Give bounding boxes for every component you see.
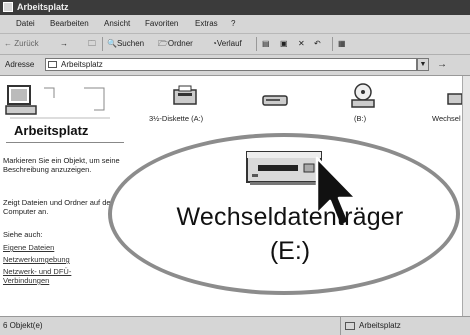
menu-bar: Datei Bearbeiten Ansicht Favoriten Extra… [0,15,470,34]
removable-drive-icon[interactable] [446,90,463,108]
back-button[interactable]: ← Zurück [4,34,39,54]
floppy-drive-icon[interactable] [170,84,200,108]
search-label: Suchen [116,39,145,48]
address-dropdown-button[interactable]: ▼ [417,58,429,71]
removable-drive-large-icon[interactable] [244,148,324,188]
go-button[interactable]: → [437,59,447,70]
search-icon: 🔍 [107,39,117,48]
move-to-icon[interactable]: ▤ [262,34,270,54]
panel-heading: Arbeitsplatz [14,123,89,138]
delete-button[interactable]: ✕ [298,34,305,54]
toolbar-separator [102,37,103,51]
menu-ansicht[interactable]: Ansicht [104,15,130,33]
history-label: Verlauf [216,39,242,48]
menu-help[interactable]: ? [231,15,235,33]
menu-extras[interactable]: Extras [195,15,218,33]
hard-drive-icon[interactable] [260,92,290,108]
folders-label: Ordner [167,39,193,48]
window-title: Arbeitsplatz [17,2,69,12]
address-value: Arbeitsplatz [61,60,103,69]
vertical-scrollbar[interactable] [462,76,470,316]
copy-to-icon[interactable]: ▣ [280,34,288,54]
toolbar-separator [256,37,257,51]
link-netzwerk-dfue[interactable]: Netzwerk- und DFÜ-Verbindungen [3,267,113,285]
callout-subtitle: (E:) [269,237,311,265]
computer-icon [48,61,57,68]
computer-icon [345,322,355,330]
up-folder-icon[interactable]: 🗀 [88,34,96,54]
forward-button[interactable]: → [60,34,68,54]
undo-button[interactable]: ↶ [314,34,321,54]
search-button[interactable]: 🔍Suchen [107,34,144,54]
status-bar: 6 Objekt(e) Arbeitsplatz [0,316,470,335]
menu-datei[interactable]: Datei [16,15,35,33]
drive-label-removable: Wechsel [432,114,461,123]
menu-bearbeiten[interactable]: Bearbeiten [50,15,89,33]
history-button[interactable]: ◔Verlauf [212,34,242,54]
address-bar: Adresse Arbeitsplatz ▼ → [0,55,470,76]
folders-button[interactable]: 🗁Ordner [158,34,193,54]
address-field[interactable]: Arbeitsplatz [45,58,417,71]
toolbar: ← Zurück → 🗀 🔍Suchen 🗁Ordner ◔Verlauf ▤ … [0,34,470,55]
drive-label-cdrom: (B:) [354,114,367,123]
task-panel: Arbeitsplatz Markieren Sie ein Objekt, u… [0,76,130,316]
title-bar: Arbeitsplatz [0,0,470,15]
folder-icon: 🗁 [158,39,168,48]
divider [6,142,124,143]
computer-banner-icon [5,85,110,119]
link-netzwerkumgebung[interactable]: Netzwerkumgebung [3,255,70,264]
cdrom-drive-icon[interactable] [348,82,378,110]
status-location: Arbeitsplatz [359,321,401,330]
address-label: Adresse [5,60,35,69]
drive-label-floppy: 3½-Diskette (A:) [149,114,204,123]
status-object-count: 6 Objekt(e) [3,321,43,330]
views-button[interactable]: ▦ [338,34,346,54]
toolbar-separator [332,37,333,51]
callout-title: Wechseldatenträger [176,203,404,231]
computer-icon [3,2,13,12]
menu-favoriten[interactable]: Favoriten [145,15,178,33]
link-eigene-dateien[interactable]: Eigene Dateien [3,243,54,252]
see-also-label: Siehe auch: [3,230,43,239]
panel-description: Markieren Sie ein Objekt, um seine Besch… [3,156,120,174]
status-zone: Arbeitsplatz [340,317,470,335]
